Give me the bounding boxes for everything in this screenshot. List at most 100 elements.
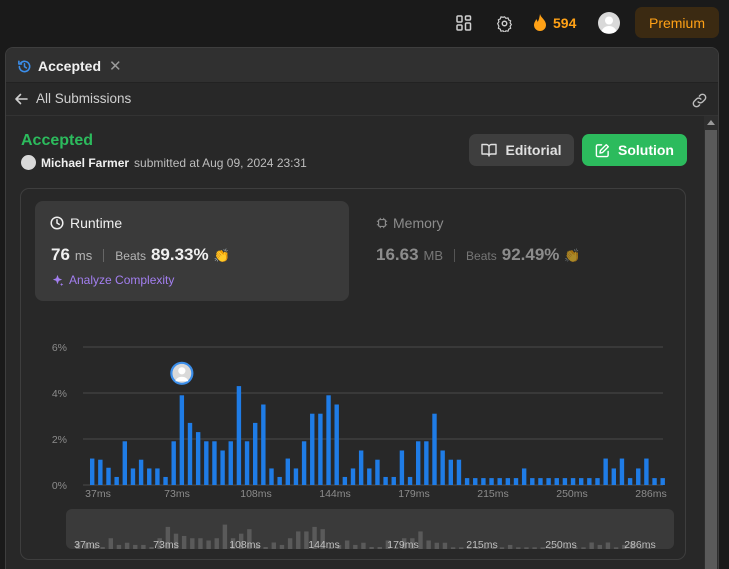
submission-byline: Michael Farmer submitted at Aug 09, 2024…: [21, 155, 307, 170]
x-tick-label: 250ms: [556, 488, 588, 499]
scroll-up-arrow[interactable]: [707, 120, 715, 125]
overview-bar: [344, 540, 350, 549]
y-tick-label: 0%: [52, 480, 67, 492]
runtime-box[interactable]: Runtime 76 ms Beats 89.33% 👏 Analyze Com…: [35, 201, 349, 301]
memory-tab[interactable]: Memory: [376, 215, 444, 231]
bar: [407, 476, 413, 485]
bar: [424, 441, 429, 485]
solution-label: Solution: [618, 142, 674, 158]
bar: [432, 413, 437, 485]
bar: [285, 458, 290, 485]
all-submissions-link[interactable]: All Submissions: [14, 91, 131, 106]
x-tick-label: 37ms: [85, 488, 111, 499]
bar: [619, 458, 625, 485]
scroll-thumb[interactable]: [705, 130, 717, 569]
streak-counter[interactable]: 594: [533, 11, 576, 35]
layout-grid-icon[interactable]: [453, 12, 475, 34]
bar: [334, 404, 339, 485]
link-icon[interactable]: [691, 92, 708, 114]
overview-tick-label: 215ms: [466, 539, 498, 549]
y-tick-label: 2%: [52, 434, 67, 446]
overview-bar: [532, 547, 537, 549]
scrollbar[interactable]: [704, 116, 718, 569]
overview-bar: [116, 544, 122, 549]
bar: [163, 476, 168, 485]
runtime-distribution-chart[interactable]: 6% 4% 2% 0% 37ms 73ms 108ms 144ms 179ms 215ms 250m…: [35, 309, 675, 499]
overview-bar: [442, 542, 448, 549]
x-tick-label: 179ms: [398, 488, 430, 499]
runtime-value: 76: [51, 245, 70, 264]
bar: [342, 476, 348, 485]
gear-icon[interactable]: [493, 12, 515, 34]
overview-tick-label: 286ms: [624, 539, 656, 549]
bar: [546, 478, 551, 485]
x-tick-label: 215ms: [477, 488, 509, 499]
overview-tick-label: 144ms: [308, 539, 340, 549]
overview-bar: [459, 547, 464, 549]
overview-bar: [133, 544, 138, 549]
bar: [603, 458, 608, 485]
overview-bar: [222, 524, 228, 549]
y-tick-label: 6%: [52, 342, 67, 354]
clock-icon: [50, 216, 64, 230]
bar: [530, 478, 535, 485]
bar: [277, 476, 282, 485]
streak-count: 594: [553, 15, 577, 31]
x-tick-label: 286ms: [635, 488, 667, 499]
runtime-beats-label: Beats: [115, 249, 146, 263]
bar: [204, 441, 209, 485]
chart-overview-slider[interactable]: 37ms 73ms 108ms 144ms 179ms 215ms 250ms 286ms: [66, 509, 674, 551]
bar: [627, 478, 633, 485]
arrow-left-icon: [15, 93, 28, 104]
username[interactable]: Michael Farmer: [41, 156, 129, 170]
overview-bar: [499, 547, 505, 549]
y-tick-label: 4%: [52, 388, 67, 400]
tab-accepted[interactable]: Accepted ✕: [17, 55, 122, 77]
overview-bar: [214, 538, 219, 549]
bar: [587, 478, 592, 485]
x-tick-label: 108ms: [240, 488, 272, 499]
bar: [253, 422, 258, 485]
marker-head: [178, 367, 186, 375]
overview-bar: [516, 547, 521, 549]
solution-button[interactable]: Solution: [582, 134, 687, 166]
bar: [391, 476, 396, 485]
user-avatar-icon[interactable]: [21, 155, 36, 170]
overview-bar: [198, 538, 203, 549]
history-icon: [18, 60, 31, 72]
overview-bar: [507, 544, 513, 549]
close-icon[interactable]: ✕: [109, 57, 122, 75]
overview-bar: [369, 547, 374, 549]
bar: [138, 459, 144, 485]
bar: [90, 458, 95, 485]
editorial-button[interactable]: Editorial: [469, 134, 574, 166]
performance-card: Runtime 76 ms Beats 89.33% 👏 Analyze Com…: [20, 188, 686, 560]
overview-bar: [181, 535, 187, 549]
memory-metric: 16.63 MB Beats 92.49% 👏: [376, 245, 581, 265]
analyze-complexity-link[interactable]: Analyze Complexity: [51, 273, 174, 287]
overview-bar: [141, 544, 146, 549]
current-submission-marker: [170, 361, 194, 385]
bar: [195, 432, 201, 485]
premium-button[interactable]: Premium: [635, 7, 719, 38]
bar: [326, 395, 331, 485]
overview-bar: [361, 542, 366, 549]
overview-bar: [190, 538, 195, 549]
sparkle-icon: [52, 274, 64, 286]
bar: [448, 459, 453, 485]
bar: [489, 478, 494, 485]
runtime-title-label: Runtime: [70, 215, 123, 231]
clap-icon: 👏: [564, 248, 581, 263]
flame-icon: [534, 14, 546, 31]
bar: [358, 450, 364, 485]
memory-beats-label: Beats: [466, 249, 497, 263]
analyze-label: Analyze Complexity: [69, 273, 175, 287]
memory-value: 16.63: [376, 245, 419, 264]
overview-tick-label: 108ms: [229, 539, 261, 549]
avatar[interactable]: [598, 12, 620, 34]
bar: [473, 478, 478, 485]
bar: [636, 468, 641, 485]
x-tick-label: 144ms: [319, 488, 351, 499]
overview-tick-label: 250ms: [545, 539, 577, 549]
overview-chart: 37ms 73ms 108ms 144ms 179ms 215ms 250ms 286ms: [74, 524, 656, 551]
